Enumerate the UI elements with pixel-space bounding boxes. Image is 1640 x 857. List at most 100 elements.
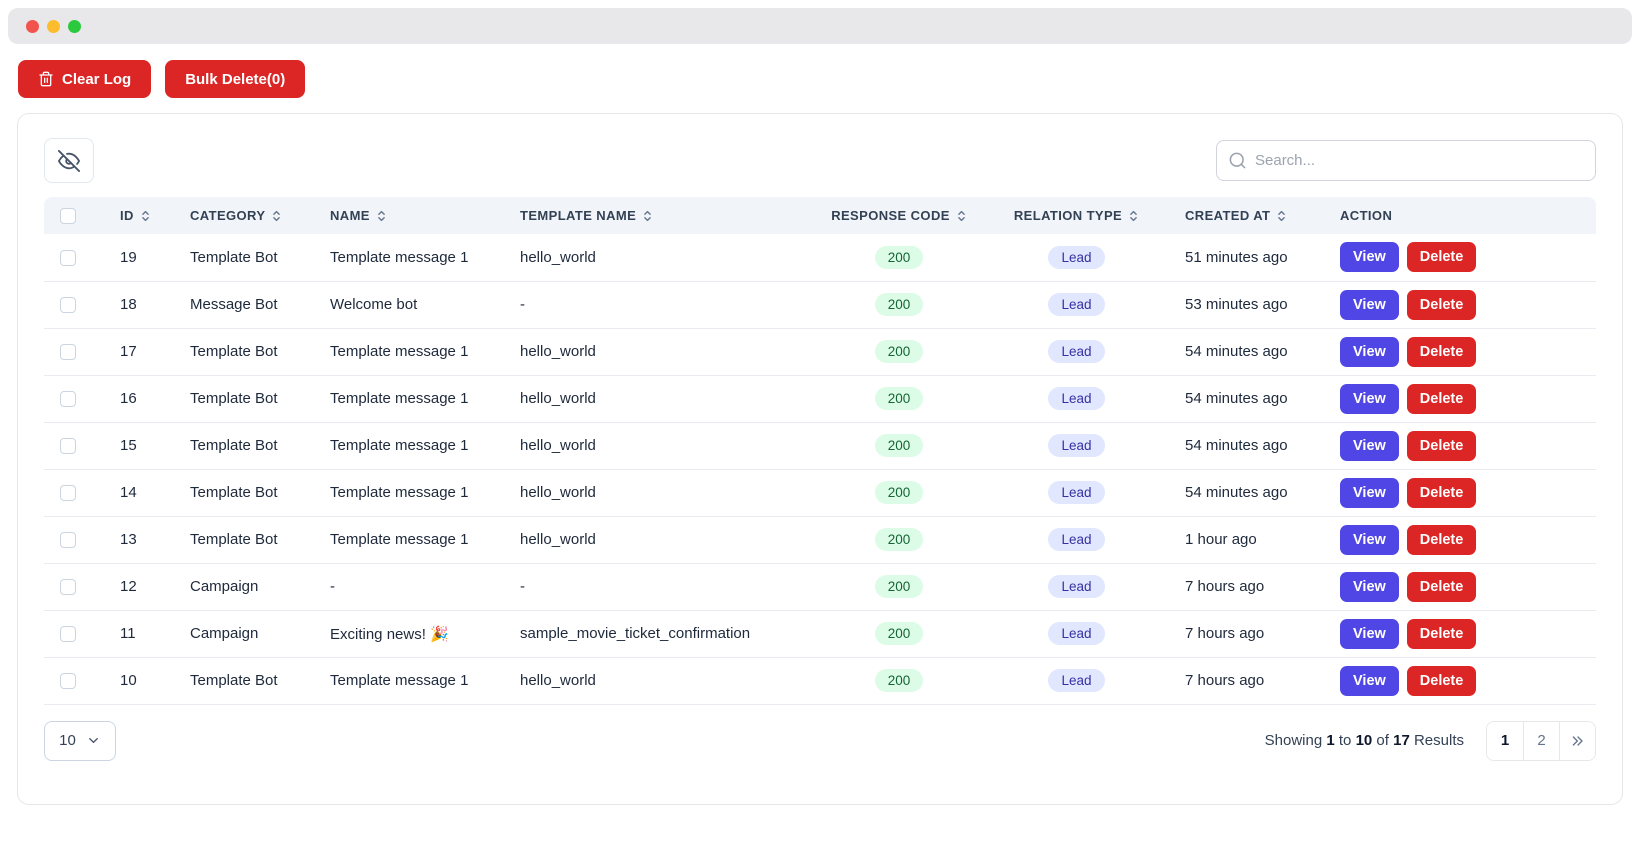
cell-created-at: 7 hours ago: [1169, 563, 1324, 610]
column-header-label-template_name[interactable]: TEMPLATE NAME: [520, 208, 653, 223]
row-checkbox[interactable]: [60, 297, 76, 313]
view-button[interactable]: View: [1340, 619, 1399, 649]
row-checkbox[interactable]: [60, 344, 76, 360]
view-button[interactable]: View: [1340, 242, 1399, 272]
relation-type-badge: Lead: [1048, 481, 1104, 504]
column-header-label-created_at[interactable]: CREATED AT: [1185, 208, 1287, 223]
column-header-created_at: CREATED AT: [1169, 197, 1324, 234]
column-header-id: ID: [104, 197, 174, 234]
view-button[interactable]: View: [1340, 572, 1399, 602]
column-header-label-id[interactable]: ID: [120, 208, 151, 223]
cell-relation-type: Lead: [984, 328, 1169, 375]
cell-template-name: hello_world: [504, 657, 814, 704]
relation-type-badge: Lead: [1048, 340, 1104, 363]
view-button[interactable]: View: [1340, 384, 1399, 414]
relation-type-badge: Lead: [1048, 387, 1104, 410]
delete-button[interactable]: Delete: [1407, 431, 1477, 461]
page-button-1[interactable]: 1: [1487, 722, 1523, 760]
cell-name: Template message 1: [314, 328, 504, 375]
view-button[interactable]: View: [1340, 337, 1399, 367]
cell-id: 10: [104, 657, 174, 704]
row-checkbox[interactable]: [60, 626, 76, 642]
cell-name: Template message 1: [314, 422, 504, 469]
results-summary: Showing 1 to 10 of 17 Results: [1265, 732, 1464, 749]
relation-type-badge: Lead: [1048, 293, 1104, 316]
delete-button[interactable]: Delete: [1407, 619, 1477, 649]
cell-response-code: 200: [814, 375, 984, 422]
table-row: 16Template BotTemplate message 1hello_wo…: [44, 375, 1596, 422]
column-header-label-relation_type[interactable]: RELATION TYPE: [1014, 208, 1139, 223]
row-checkbox[interactable]: [60, 438, 76, 454]
table-row: 15Template BotTemplate message 1hello_wo…: [44, 422, 1596, 469]
page-size-select[interactable]: 10: [44, 721, 116, 761]
cell-response-code: 200: [814, 234, 984, 281]
sort-icon: [956, 209, 967, 223]
search-input[interactable]: [1216, 140, 1596, 181]
cell-created-at: 53 minutes ago: [1169, 281, 1324, 328]
cell-response-code: 200: [814, 516, 984, 563]
delete-button[interactable]: Delete: [1407, 337, 1477, 367]
cell-name: Template message 1: [314, 234, 504, 281]
view-button[interactable]: View: [1340, 290, 1399, 320]
eye-off-icon: [58, 150, 80, 172]
view-button[interactable]: View: [1340, 525, 1399, 555]
view-button[interactable]: View: [1340, 431, 1399, 461]
row-checkbox[interactable]: [60, 673, 76, 689]
traffic-light-minimize-button[interactable]: [47, 20, 60, 33]
delete-button[interactable]: Delete: [1407, 384, 1477, 414]
row-checkbox[interactable]: [60, 250, 76, 266]
traffic-light-maximize-button[interactable]: [68, 20, 81, 33]
delete-button[interactable]: Delete: [1407, 290, 1477, 320]
column-header-name: NAME: [314, 197, 504, 234]
bulk-delete-button[interactable]: Bulk Delete(0): [165, 60, 305, 98]
response-code-badge: 200: [875, 481, 924, 504]
card-toolbar: [44, 138, 1596, 197]
bulk-delete-label: Bulk Delete(0): [185, 71, 285, 88]
row-checkbox-cell: [44, 234, 104, 281]
table-row: 13Template BotTemplate message 1hello_wo…: [44, 516, 1596, 563]
column-header-label-name[interactable]: NAME: [330, 208, 387, 223]
cell-action: View Delete: [1324, 375, 1596, 422]
table-row: 18Message BotWelcome bot-200Lead53 minut…: [44, 281, 1596, 328]
traffic-light-close-button[interactable]: [26, 20, 39, 33]
delete-button[interactable]: Delete: [1407, 666, 1477, 696]
delete-button[interactable]: Delete: [1407, 572, 1477, 602]
delete-button[interactable]: Delete: [1407, 525, 1477, 555]
row-checkbox[interactable]: [60, 532, 76, 548]
column-header-relation_type: RELATION TYPE: [984, 197, 1169, 234]
view-button[interactable]: View: [1340, 666, 1399, 696]
response-code-badge: 200: [875, 293, 924, 316]
next-pages-button[interactable]: [1559, 722, 1595, 760]
table-header: ID CATEGORY NAME TEMPLATE NAME RESPONSE CODE…: [44, 197, 1596, 234]
relation-type-badge: Lead: [1048, 669, 1104, 692]
cell-id: 13: [104, 516, 174, 563]
row-checkbox-cell: [44, 469, 104, 516]
select-all-checkbox[interactable]: [60, 208, 76, 224]
delete-button[interactable]: Delete: [1407, 478, 1477, 508]
cell-category: Campaign: [174, 563, 314, 610]
column-header-label-response_code[interactable]: RESPONSE CODE: [831, 208, 967, 223]
view-button[interactable]: View: [1340, 478, 1399, 508]
cell-category: Template Bot: [174, 375, 314, 422]
row-checkbox-cell: [44, 563, 104, 610]
cell-category: Message Bot: [174, 281, 314, 328]
cell-category: Campaign: [174, 610, 314, 657]
column-header-label-category[interactable]: CATEGORY: [190, 208, 282, 223]
response-code-badge: 200: [875, 340, 924, 363]
page-button-2[interactable]: 2: [1523, 722, 1559, 760]
table-row: 12Campaign--200Lead7 hours agoViewDelete: [44, 563, 1596, 610]
cell-response-code: 200: [814, 657, 984, 704]
row-checkbox[interactable]: [60, 485, 76, 501]
cell-response-code: 200: [814, 469, 984, 516]
sort-icon: [140, 209, 151, 223]
cell-id: 17: [104, 328, 174, 375]
cell-created-at: 7 hours ago: [1169, 657, 1324, 704]
pagination: 12: [1486, 721, 1596, 761]
header-checkbox-cell: [44, 197, 104, 234]
row-checkbox[interactable]: [60, 579, 76, 595]
row-checkbox[interactable]: [60, 391, 76, 407]
cell-response-code: 200: [814, 563, 984, 610]
delete-button[interactable]: Delete: [1407, 242, 1477, 272]
toggle-column-visibility-button[interactable]: [44, 138, 94, 183]
clear-log-button[interactable]: Clear Log: [18, 60, 151, 98]
